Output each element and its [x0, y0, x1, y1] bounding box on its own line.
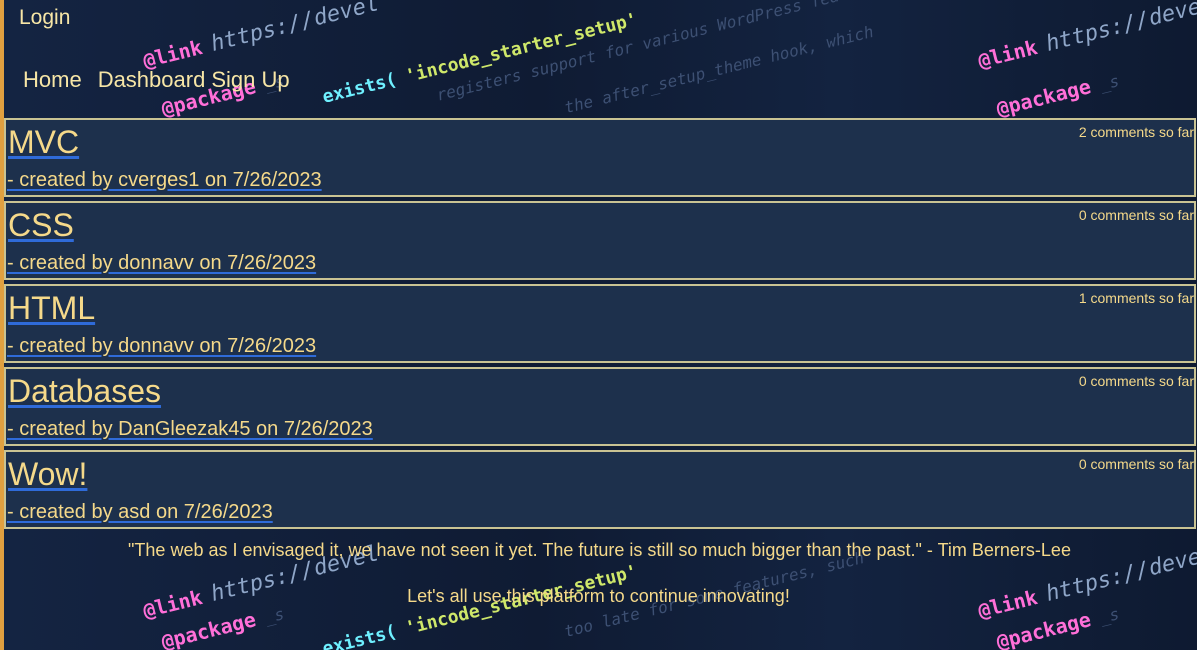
login-link[interactable]: Login — [19, 6, 70, 30]
post-list: MVC - created by cverges1 on 7/26/2023 2… — [4, 118, 1196, 529]
footer-quote-text: "The web as I envisaged it, we have not … — [128, 540, 1071, 560]
post-author-meta[interactable]: - created by donnavv on 7/26/2023 — [7, 252, 316, 275]
post-card[interactable]: Databases - created by DanGleezak45 on 7… — [4, 367, 1196, 446]
post-card[interactable]: MVC - created by cverges1 on 7/26/2023 2… — [4, 118, 1196, 197]
post-title-link[interactable]: Databases — [8, 373, 161, 410]
nav-dashboard-link[interactable]: Dashboard — [98, 67, 206, 93]
post-author-meta[interactable]: - created by donnavv on 7/26/2023 — [7, 335, 316, 358]
post-title-link[interactable]: HTML — [8, 290, 95, 327]
nav-home-link[interactable]: Home — [23, 67, 82, 93]
main-nav: Home Dashboard Sign Up — [23, 67, 296, 93]
footer-quote: "The web as I envisaged it, we have not … — [0, 540, 1197, 561]
post-title-link[interactable]: MVC — [8, 124, 79, 161]
comment-count: 0 comments so far — [1078, 373, 1194, 389]
post-author-meta[interactable]: - created by cverges1 on 7/26/2023 — [7, 169, 322, 192]
post-author-meta[interactable]: - created by asd on 7/26/2023 — [7, 501, 273, 524]
post-title-link[interactable]: Wow! — [8, 456, 87, 493]
bg-at-package-right: @package _s — [993, 71, 1122, 121]
nav-signup-link[interactable]: Sign Up — [211, 67, 289, 93]
post-author-meta[interactable]: - created by DanGleezak45 on 7/26/2023 — [7, 418, 373, 441]
comment-count: 2 comments so far — [1078, 124, 1194, 140]
post-title-link[interactable]: CSS — [8, 207, 74, 244]
bg-at-link: @link https://devel — [140, 0, 382, 73]
post-card[interactable]: HTML - created by donnavv on 7/26/2023 1… — [4, 284, 1196, 363]
comment-count: 0 comments so far — [1078, 456, 1194, 472]
post-card[interactable]: CSS - created by donnavv on 7/26/2023 0 … — [4, 201, 1196, 280]
bg-at-link-right: @link https://devel — [975, 0, 1197, 73]
comment-count: 1 comments so far — [1078, 290, 1194, 306]
footer-tagline: Let's all use this platform to continue … — [407, 586, 790, 606]
comment-count: 0 comments so far — [1078, 207, 1194, 223]
post-card[interactable]: Wow! - created by asd on 7/26/2023 0 com… — [4, 450, 1196, 529]
